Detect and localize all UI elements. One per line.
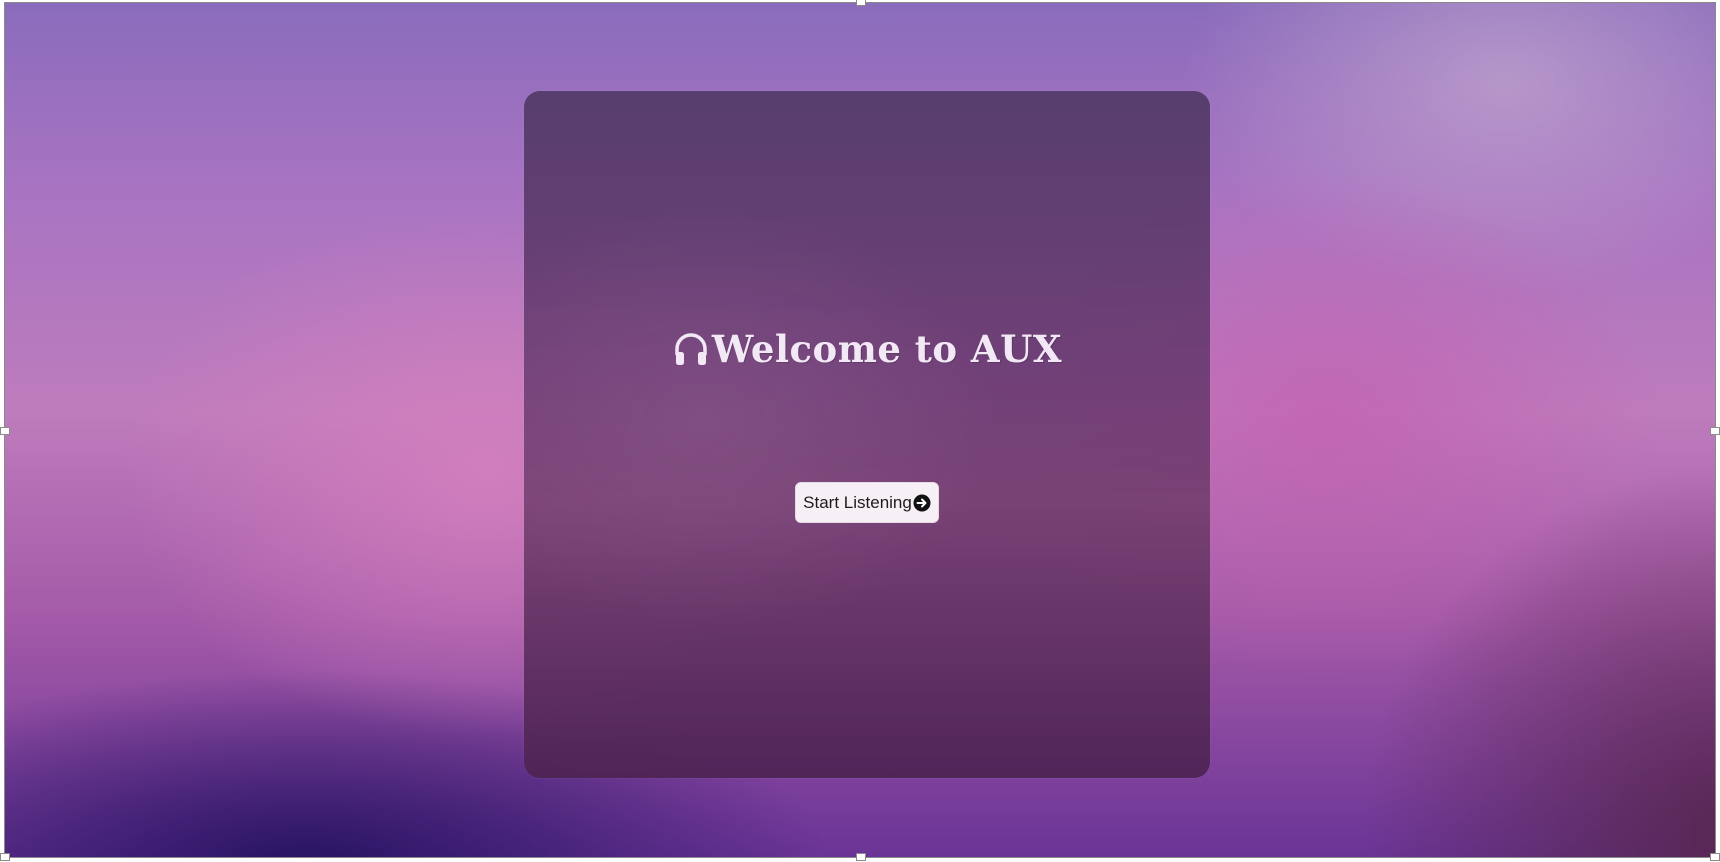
welcome-title: Welcome to AUX bbox=[524, 327, 1210, 371]
start-listening-button[interactable]: Start Listening bbox=[795, 482, 939, 523]
start-listening-label: Start Listening bbox=[803, 492, 912, 512]
welcome-title-text: Welcome to AUX bbox=[711, 327, 1063, 371]
arrow-circle-right-icon bbox=[913, 494, 931, 512]
resize-handle-bottom-left[interactable] bbox=[0, 853, 10, 861]
welcome-card: Welcome to AUX Start Listening bbox=[524, 91, 1210, 778]
resize-handle-left[interactable] bbox=[0, 427, 10, 435]
resize-handle-right[interactable] bbox=[1710, 427, 1720, 435]
headphones-icon bbox=[672, 330, 710, 368]
resize-handle-top[interactable] bbox=[856, 0, 866, 6]
resize-handle-bottom[interactable] bbox=[856, 853, 866, 861]
resize-handle-bottom-right[interactable] bbox=[1710, 853, 1720, 861]
page-background: Welcome to AUX Start Listening bbox=[4, 2, 1716, 858]
